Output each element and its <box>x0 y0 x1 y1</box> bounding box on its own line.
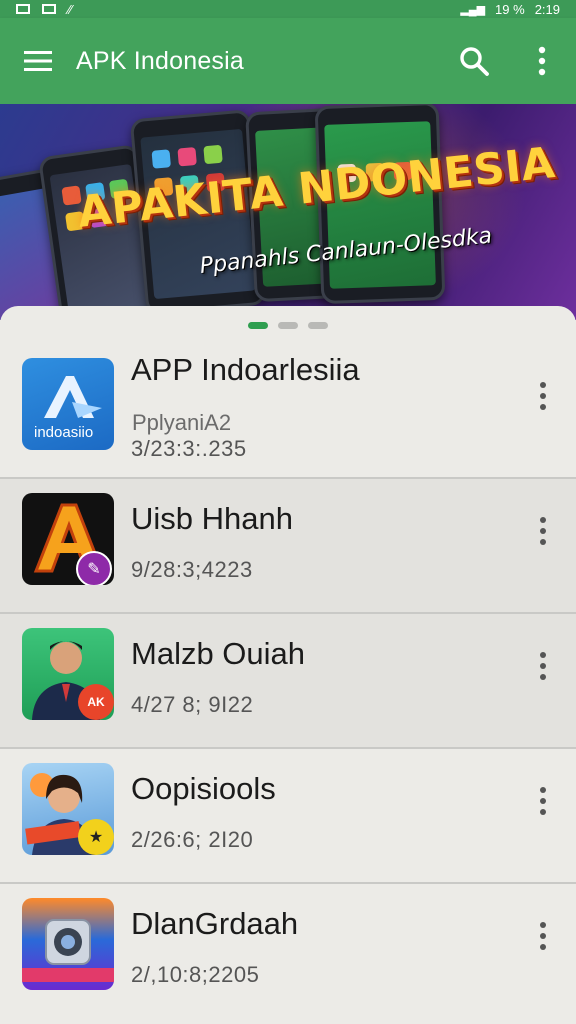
app-icon-letter-a: ✎ <box>22 493 114 585</box>
item-more-button[interactable] <box>528 779 558 823</box>
app-icon-apk-indonesia: indoasiio <box>22 358 114 450</box>
item-more-button[interactable] <box>528 509 558 553</box>
more-vert-icon <box>540 787 546 793</box>
app-date: 3/23:3:.235 <box>131 436 247 461</box>
app-icon-person: AK <box>22 628 114 720</box>
app-title: Uisb Hhanh <box>131 501 293 536</box>
app-date: 9/28:3;4223 <box>131 557 253 582</box>
app-subtitle: PplyaniA2 <box>132 410 232 435</box>
hamburger-menu-icon <box>24 51 52 71</box>
overflow-menu-button[interactable] <box>508 18 576 104</box>
more-vert-icon <box>540 652 546 658</box>
app-date: 4/27 8; 9I22 <box>131 692 254 717</box>
app-date: 2/,10:8;2205 <box>131 962 260 987</box>
app-icon-woman: ★ <box>22 763 114 855</box>
app-bar: APK Indonesia <box>0 18 576 104</box>
star-badge-icon: ★ <box>78 819 114 855</box>
carousel-dot[interactable] <box>308 322 328 329</box>
item-more-button[interactable] <box>528 914 558 958</box>
more-vert-icon <box>540 382 546 388</box>
clock: 2:19 <box>534 1 560 17</box>
notification-icon <box>16 4 30 14</box>
clipboard-badge-icon: ✎ <box>76 551 112 585</box>
item-more-button[interactable] <box>528 644 558 688</box>
app-title: Oopisiools <box>131 771 276 806</box>
item-more-button[interactable] <box>528 374 558 418</box>
app-title: Malzb Ouiah <box>131 636 306 671</box>
menu-button[interactable] <box>0 18 76 104</box>
app-icon-camera <box>22 898 114 990</box>
app-title: APK Indonesia <box>76 46 244 75</box>
more-vert-icon <box>540 517 546 523</box>
brand-badge-icon: AK <box>78 684 114 720</box>
app-list: indoasiio APP Indoarlesiia PplyaniA2 3/2… <box>0 344 576 1019</box>
carousel-dot[interactable] <box>278 322 298 329</box>
app-date: 2/26:6; 2I20 <box>131 827 254 852</box>
more-vert-icon <box>540 922 546 928</box>
app-title: APP Indoarlesiia <box>131 352 360 387</box>
app-list-sheet: indoasiio APP Indoarlesiia PplyaniA2 3/2… <box>0 306 576 1024</box>
list-item[interactable]: ★ Oopisiools 2/26:6; 2I20 <box>0 749 576 884</box>
promo-banner[interactable]: APAKITA NDONESIA Ppanahls Canlaun-Olesdk… <box>0 104 576 320</box>
battery-text: 19 % <box>495 1 525 17</box>
carousel-dot-active[interactable] <box>248 322 268 329</box>
app-icon-label: indoasiio <box>34 424 94 441</box>
search-icon <box>460 47 489 76</box>
search-button[interactable] <box>440 18 508 104</box>
app-title: DlanGrdaah <box>131 906 299 941</box>
wifi-off-icon: ⁄⁄ <box>68 1 73 17</box>
list-item[interactable]: AK Malzb Ouiah 4/27 8; 9I22 <box>0 614 576 749</box>
camera-lens-icon <box>22 919 114 982</box>
list-item[interactable]: DlanGrdaah 2/,10:8;2205 <box>0 884 576 1019</box>
list-item[interactable]: ✎ Uisb Hhanh 9/28:3;4223 <box>0 479 576 614</box>
more-vert-icon <box>538 46 546 76</box>
status-bar: ⁄⁄ ▂▄▆ 19 % 2:19 <box>0 0 576 18</box>
list-item[interactable]: indoasiio APP Indoarlesiia PplyaniA2 3/2… <box>0 344 576 479</box>
notification-icon <box>42 4 56 14</box>
signal-icon: ▂▄▆ <box>460 3 486 16</box>
carousel-indicator <box>0 322 576 329</box>
